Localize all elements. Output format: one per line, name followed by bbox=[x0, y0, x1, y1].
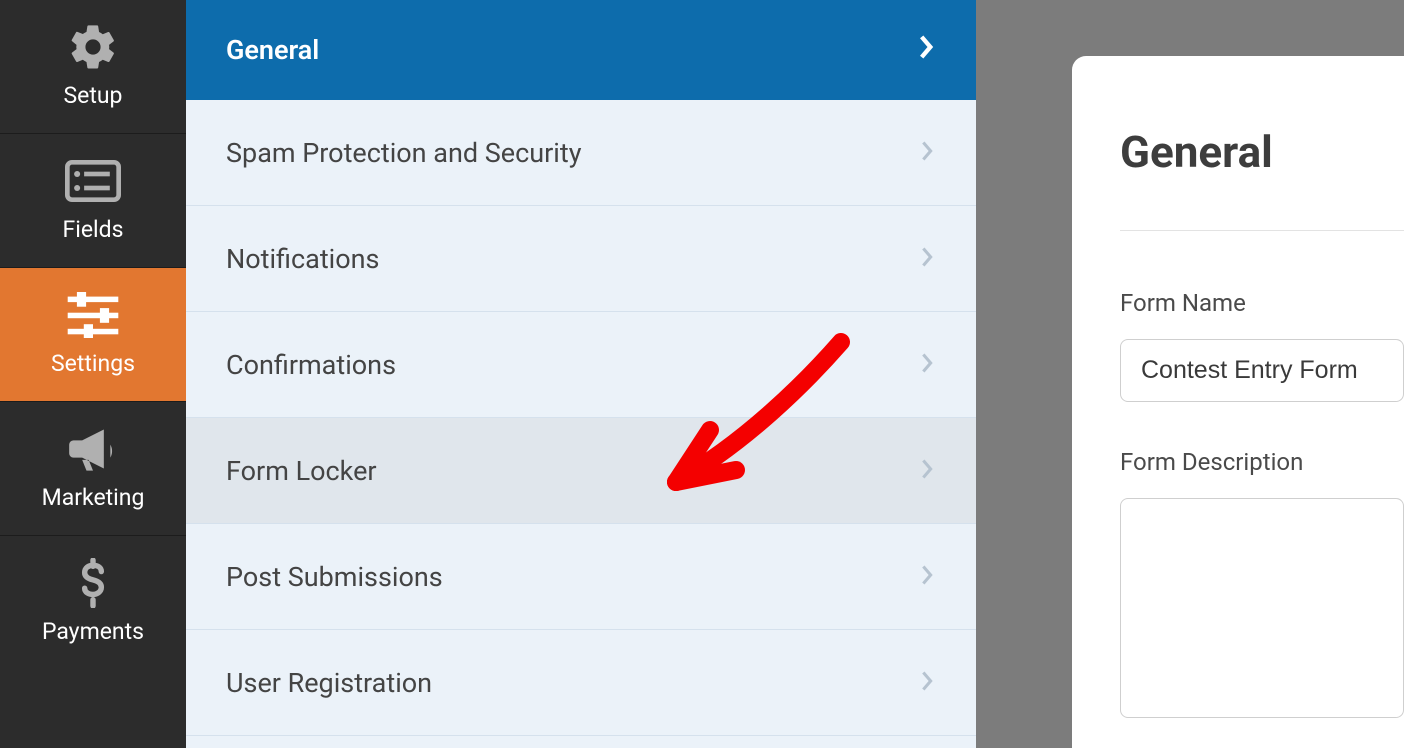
content-backdrop: General Form Name Form Description bbox=[976, 0, 1404, 748]
settings-item-label: Notifications bbox=[226, 243, 379, 275]
chevron-right-icon bbox=[920, 667, 934, 699]
sidebar-item-fields[interactable]: Fields bbox=[0, 133, 186, 267]
chevron-right-icon bbox=[918, 34, 934, 67]
settings-item-label: User Registration bbox=[226, 667, 432, 699]
chevron-right-icon bbox=[920, 561, 934, 593]
settings-item-post-submissions[interactable]: Post Submissions bbox=[186, 524, 976, 630]
sidebar-item-payments[interactable]: Payments bbox=[0, 535, 186, 669]
settings-item-label: Form Locker bbox=[226, 455, 377, 487]
chevron-right-icon bbox=[920, 137, 934, 169]
settings-item-label: Confirmations bbox=[226, 349, 396, 381]
sidebar-item-label: Setup bbox=[64, 82, 123, 109]
sidebar-item-label: Fields bbox=[63, 216, 124, 243]
list-icon bbox=[65, 152, 121, 210]
content-panel: General Form Name Form Description bbox=[1072, 56, 1404, 748]
sidebar-item-marketing[interactable]: Marketing bbox=[0, 401, 186, 535]
settings-item-label: Spam Protection and Security bbox=[226, 137, 581, 169]
settings-submenu: General Spam Protection and Security Not… bbox=[186, 0, 976, 748]
form-description-textarea[interactable] bbox=[1120, 498, 1404, 718]
settings-item-label: General bbox=[226, 34, 319, 66]
settings-item-spam-protection[interactable]: Spam Protection and Security bbox=[186, 100, 976, 206]
settings-item-label: Post Submissions bbox=[226, 561, 443, 593]
form-name-input[interactable] bbox=[1120, 339, 1404, 402]
dollar-icon bbox=[78, 554, 108, 612]
gear-icon bbox=[67, 18, 119, 76]
page-title: General bbox=[1120, 126, 1404, 178]
settings-item-user-registration[interactable]: User Registration bbox=[186, 630, 976, 736]
sliders-icon bbox=[65, 286, 121, 344]
form-name-label: Form Name bbox=[1120, 289, 1404, 317]
settings-item-general[interactable]: General bbox=[186, 0, 976, 100]
sidebar-item-setup[interactable]: Setup bbox=[0, 0, 186, 133]
chevron-right-icon bbox=[920, 243, 934, 275]
settings-item-notifications[interactable]: Notifications bbox=[186, 206, 976, 312]
megaphone-icon bbox=[67, 420, 119, 478]
sidebar-item-settings[interactable]: Settings bbox=[0, 267, 186, 401]
chevron-right-icon bbox=[920, 455, 934, 487]
settings-item-confirmations[interactable]: Confirmations bbox=[186, 312, 976, 418]
form-description-label: Form Description bbox=[1120, 448, 1404, 476]
chevron-right-icon bbox=[920, 349, 934, 381]
sidebar-item-label: Payments bbox=[42, 618, 144, 645]
sidebar-item-label: Settings bbox=[51, 350, 135, 377]
sidebar-item-label: Marketing bbox=[42, 484, 145, 511]
settings-item-form-locker[interactable]: Form Locker bbox=[186, 418, 976, 524]
divider bbox=[1120, 230, 1404, 231]
main-sidebar: Setup Fields Settings Marketing Payments bbox=[0, 0, 186, 748]
